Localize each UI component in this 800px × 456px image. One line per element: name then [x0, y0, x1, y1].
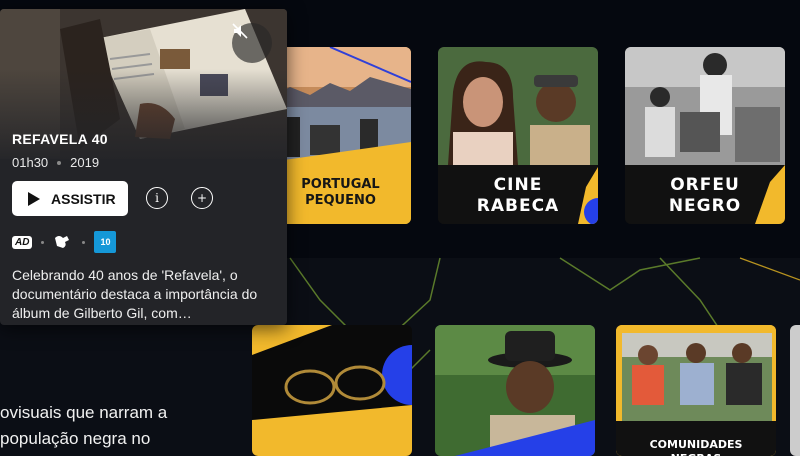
- play-icon: [28, 191, 40, 206]
- movie-synopsis: Celebrando 40 anos de 'Refavela', o docu…: [12, 267, 258, 321]
- watch-button-label: ASSISTIR: [51, 190, 116, 207]
- card-title: PORTUGAL PEQUENO: [301, 177, 380, 208]
- badge-separator: [41, 240, 45, 244]
- add-to-list-button[interactable]: +: [191, 187, 213, 209]
- sign-language-icon: [55, 236, 70, 248]
- meta-separator: [57, 160, 62, 165]
- movie-card-hat-man[interactable]: [435, 325, 595, 456]
- movie-year: 2019: [70, 155, 100, 170]
- mute-button[interactable]: [232, 23, 272, 63]
- volume-off-icon: [232, 23, 248, 39]
- movie-title: REFAVELA 40: [12, 131, 108, 147]
- card-artwork: [616, 325, 776, 456]
- movie-card-portugal-pequeno[interactable]: PORTUGAL PEQUENO: [270, 47, 411, 224]
- card-title: COMUNIDADESNEGRAS: [649, 438, 743, 456]
- info-icon: i: [155, 191, 159, 205]
- watch-button[interactable]: ASSISTIR: [12, 181, 128, 216]
- movie-card-cine-rabeca[interactable]: CINE RABECA: [438, 47, 598, 224]
- movie-preview-popup: REFAVELA 40 01h30 2019 ASSISTIR i + AD 1…: [0, 9, 287, 325]
- movie-card-partial[interactable]: [790, 325, 800, 456]
- audio-description-badge: AD: [12, 235, 33, 249]
- card-title: ORFEU NEGRO: [668, 175, 742, 216]
- badge-separator: [82, 240, 86, 244]
- section-description: ovisuais que narram a população negra no: [0, 403, 168, 448]
- accessibility-badges: AD 10: [12, 231, 117, 253]
- movie-meta: 01h30 2019: [12, 155, 99, 170]
- movie-duration: 01h30: [12, 155, 49, 170]
- preview-fade: [0, 69, 287, 161]
- add-icon: +: [196, 191, 208, 205]
- card-artwork: [252, 325, 412, 456]
- movie-card-glasses[interactable]: [252, 325, 412, 456]
- movie-card-comunidades-negras[interactable]: COMUNIDADESNEGRAS: [616, 325, 776, 456]
- card-artwork: [435, 325, 595, 456]
- age-rating-badge: 10: [94, 231, 117, 253]
- movie-card-orfeu-negro[interactable]: ORFEU NEGRO: [625, 47, 785, 224]
- card-title: CINE RABECA: [476, 175, 560, 216]
- info-button[interactable]: i: [146, 187, 168, 209]
